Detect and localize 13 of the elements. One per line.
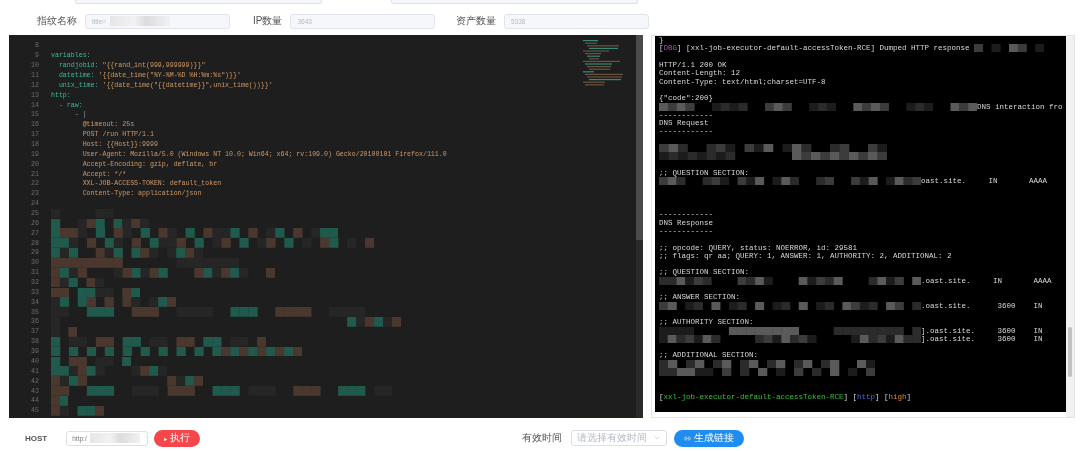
scrollbar[interactable]: [1066, 36, 1074, 417]
expiry-label: 有效时间: [522, 431, 563, 445]
field-label: IP数量: [253, 14, 283, 28]
expiry-select[interactable]: 请选择有效时间: [571, 430, 668, 446]
chevron-down-icon: [653, 434, 662, 442]
field-label: 指纹名称: [37, 14, 77, 28]
field-label: 资产数量: [456, 14, 496, 28]
code-editor[interactable]: [9, 35, 643, 418]
generate-link-button[interactable]: 生成链接: [674, 429, 745, 447]
mosaic-drawing: [974, 44, 1045, 53]
link-icon: [684, 434, 692, 442]
host-label: HOST: [25, 433, 48, 443]
scrollbar[interactable]: [636, 35, 643, 418]
